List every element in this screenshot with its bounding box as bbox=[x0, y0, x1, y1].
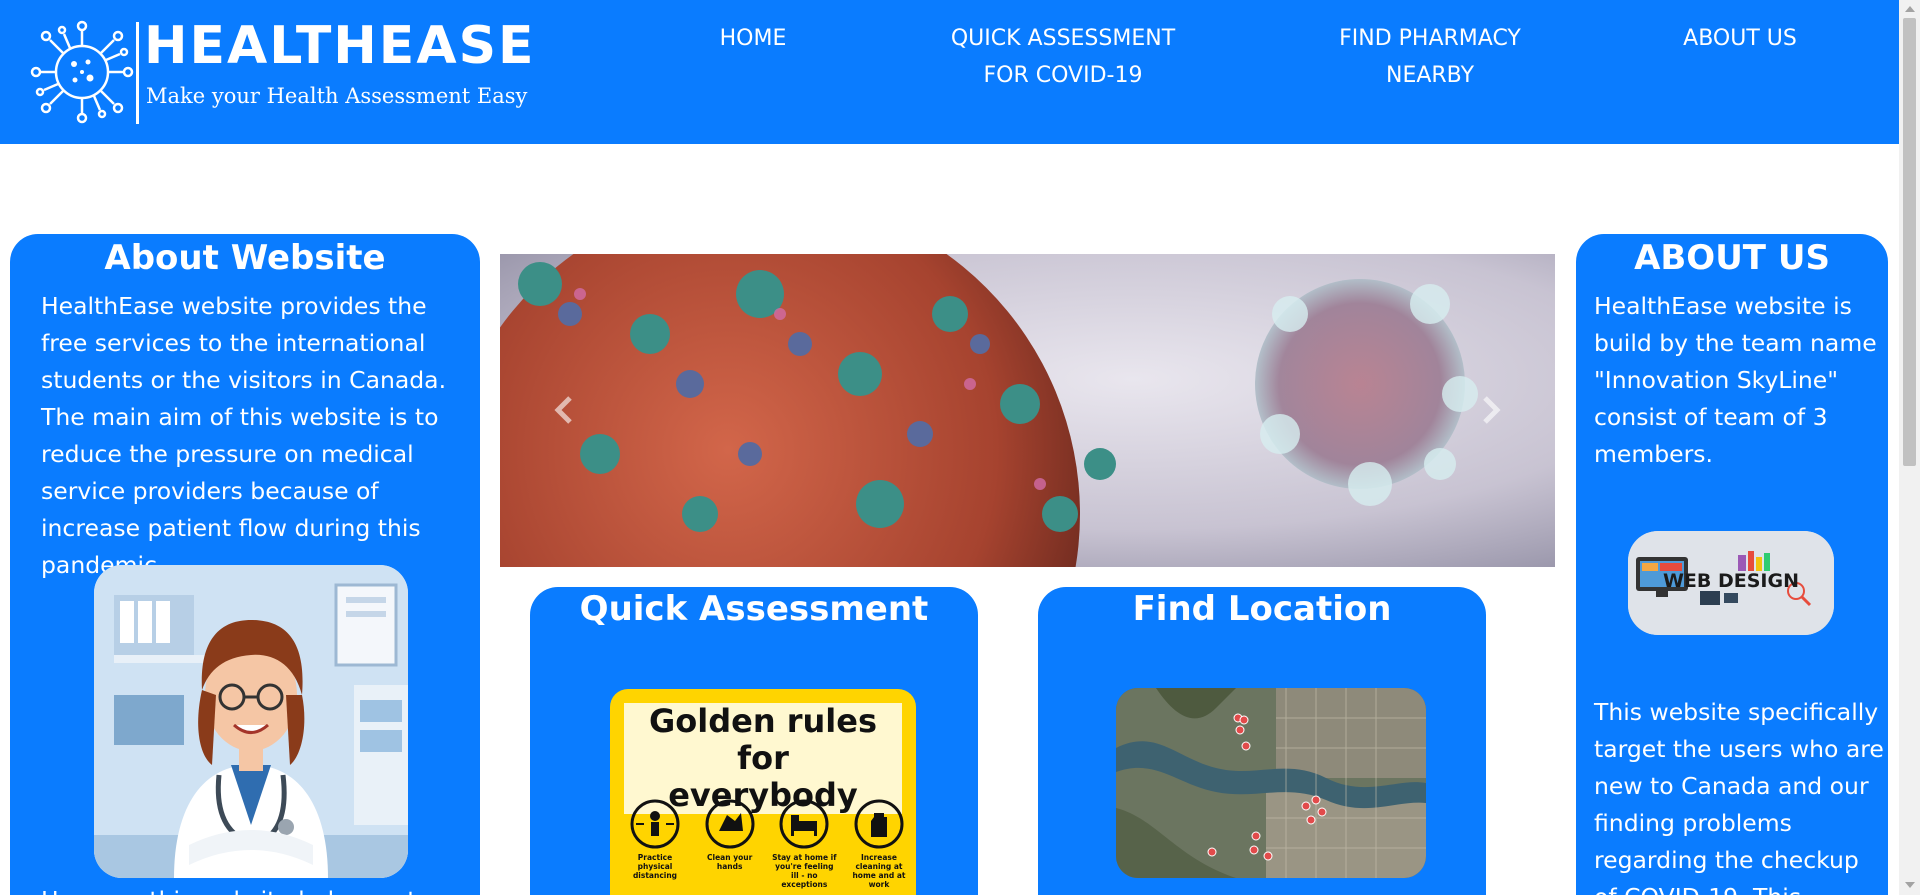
coronavirus-slide-image bbox=[500, 254, 1555, 567]
about-website-text: HealthEase website provides the free ser… bbox=[41, 292, 447, 579]
chevron-left-icon[interactable] bbox=[550, 392, 580, 428]
about-us-panel: ABOUT US HealthEase website is build by … bbox=[1576, 234, 1888, 895]
quick-assessment-heading: Quick Assessment bbox=[579, 589, 929, 629]
site-header: HEALTHEASE Make your Health Assessment E… bbox=[0, 0, 1899, 144]
nav-find-pharmacy-line2: NEARBY bbox=[1385, 63, 1475, 88]
doctor-illustration-graphic bbox=[94, 565, 408, 878]
rule-label: Increase cleaning at home and at work bbox=[852, 853, 906, 889]
web-design-logo: WEB DESIGN bbox=[1628, 531, 1834, 635]
about-website-panel: About Website HealthEase website provide… bbox=[10, 234, 480, 895]
about-us-heading: ABOUT US bbox=[1634, 238, 1830, 278]
about-us-text: HealthEase website is build by the team … bbox=[1594, 292, 1877, 468]
brand-title: HEALTHEASE bbox=[144, 16, 536, 76]
nav-home-label: HOME bbox=[719, 26, 787, 51]
bed-icon bbox=[779, 799, 829, 849]
scrollbar-thumb[interactable] bbox=[1903, 18, 1916, 466]
image-carousel[interactable] bbox=[500, 254, 1555, 567]
about-us-text-continued: This website specifically target the use… bbox=[1594, 698, 1884, 895]
nav-about-us-label: ABOUT US bbox=[1683, 26, 1797, 51]
nav-home-link[interactable]: HOME bbox=[700, 20, 806, 57]
spray-bottle-icon bbox=[854, 799, 904, 849]
vertical-scrollbar[interactable] bbox=[1899, 0, 1920, 895]
scroll-up-arrow-icon[interactable] bbox=[1905, 6, 1915, 12]
chevron-right-icon[interactable] bbox=[1475, 392, 1505, 428]
pharmacy-map-thumbnail[interactable] bbox=[1116, 688, 1426, 878]
nav-find-pharmacy-link[interactable]: FIND PHARMACY NEARBY bbox=[1320, 20, 1540, 94]
rule-label: Practice physical distancing bbox=[632, 853, 678, 880]
about-website-heading: About Website bbox=[104, 238, 386, 278]
nav-find-pharmacy-line1: FIND PHARMACY bbox=[1339, 26, 1521, 51]
satellite-map-image bbox=[1116, 688, 1426, 878]
about-website-text-continued: How can this website help you to... bbox=[41, 882, 471, 895]
find-location-heading: Find Location bbox=[1132, 589, 1392, 629]
scroll-down-arrow-icon[interactable] bbox=[1905, 882, 1915, 888]
physical-distancing-icon bbox=[630, 799, 680, 849]
hand-washing-icon bbox=[705, 799, 755, 849]
web-design-graphic: WEB DESIGN bbox=[1628, 531, 1834, 635]
nav-quick-assessment-link[interactable]: QUICK ASSESSMENT FOR COVID-19 bbox=[940, 20, 1186, 94]
quick-assessment-card[interactable]: Quick Assessment Golden rules for everyb… bbox=[530, 587, 978, 895]
site-logo[interactable]: HEALTHEASE Make your Health Assessment E… bbox=[28, 16, 534, 128]
logo-divider bbox=[136, 22, 139, 124]
web-design-text: WEB DESIGN bbox=[1663, 570, 1799, 592]
find-location-card[interactable]: Find Location bbox=[1038, 587, 1486, 895]
rule-label: Stay at home if you're feeling ill - no … bbox=[772, 853, 837, 889]
doctor-illustration bbox=[94, 565, 408, 878]
golden-rules-poster[interactable]: Golden rules for everybody Practice phys… bbox=[610, 689, 916, 895]
nav-about-us-link[interactable]: ABOUT US bbox=[1660, 20, 1820, 57]
rule-label: Clean your hands bbox=[707, 853, 753, 871]
brand-tagline: Make your Health Assessment Easy bbox=[146, 84, 528, 108]
nav-quick-assessment-line1: QUICK ASSESSMENT bbox=[950, 26, 1176, 51]
virus-icon bbox=[30, 20, 134, 124]
poster-title-line1: Golden rules for bbox=[648, 702, 878, 777]
nav-quick-assessment-line2: FOR COVID-19 bbox=[983, 63, 1143, 88]
